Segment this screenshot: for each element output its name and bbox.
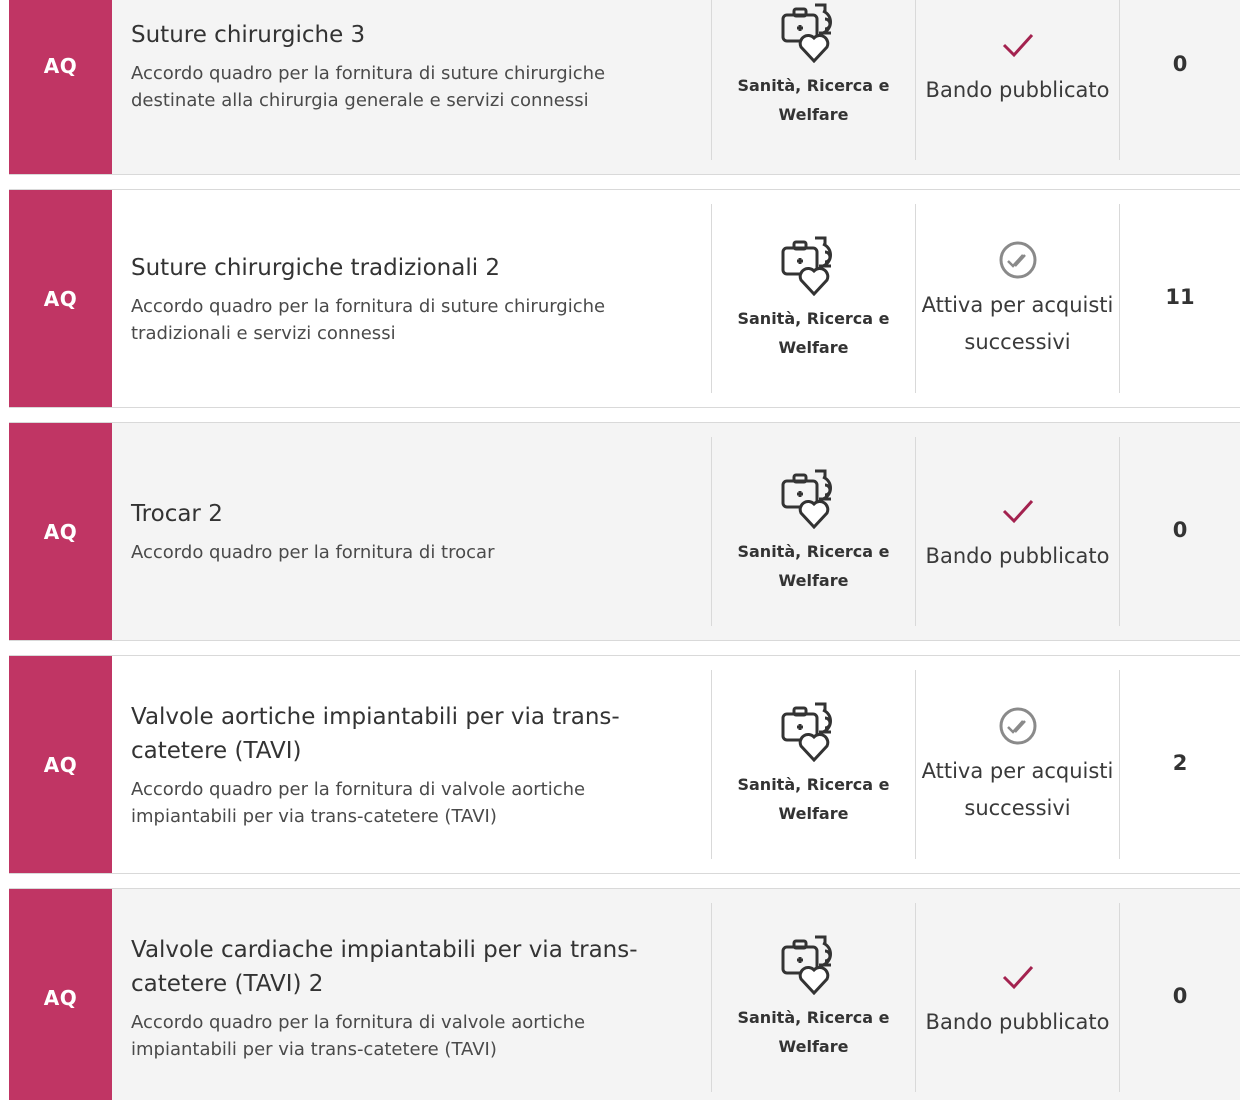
health-research-welfare-icon <box>781 702 832 762</box>
area-label: Sanità, Ricerca e Welfare <box>737 75 890 124</box>
status-cell: Attiva per acquisti successivi <box>916 670 1120 859</box>
check-icon <box>1002 33 1033 58</box>
area-label: Sanità, Ricerca e Welfare <box>737 774 890 823</box>
type-badge: AQ <box>9 190 112 407</box>
area-cell: Sanità, Ricerca e Welfare <box>712 204 916 393</box>
type-badge: AQ <box>9 423 112 640</box>
initiative-row[interactable]: AQ Suture chirurgiche tradizionali 2 Acc… <box>9 189 1240 408</box>
status-label: Bando pubblicato <box>925 1010 1110 1034</box>
status-label: Bando pubblicato <box>925 78 1110 102</box>
initiative-info: Suture chirurgiche tradizionali 2 Accord… <box>112 204 712 393</box>
count-value: 2 <box>1172 750 1188 775</box>
initiative-title[interactable]: Trocar 2 <box>131 497 691 531</box>
initiative-title[interactable]: Valvole cardiache impiantabili per via t… <box>131 933 691 1001</box>
area-label: Sanità, Ricerca e Welfare <box>737 541 890 590</box>
area-cell: Sanità, Ricerca e Welfare <box>712 670 916 859</box>
status-label: Bando pubblicato <box>925 544 1110 568</box>
area-cell: Sanità, Ricerca e Welfare <box>712 903 916 1092</box>
health-research-welfare-icon <box>781 236 832 296</box>
initiative-description: Accordo quadro per la fornitura di valvo… <box>131 1011 586 1060</box>
initiative-info: Valvole aortiche impiantabili per via tr… <box>112 670 712 859</box>
status-cell: Bando pubblicato <box>916 0 1120 160</box>
health-research-welfare-icon <box>781 469 832 529</box>
initiative-description: Accordo quadro per la fornitura di sutur… <box>131 295 606 344</box>
initiative-description: Accordo quadro per la fornitura di troca… <box>131 542 495 563</box>
count-value: 0 <box>1172 51 1188 76</box>
initiative-title[interactable]: Suture chirurgiche 3 <box>131 18 691 52</box>
type-badge: AQ <box>9 889 112 1100</box>
initiative-row[interactable]: AQ Valvole aortiche impiantabili per via… <box>9 655 1240 874</box>
status-cell: Bando pubblicato <box>916 903 1120 1092</box>
initiative-description: Accordo quadro per la fornitura di sutur… <box>131 62 606 111</box>
initiatives-list: AQ Suture chirurgiche 3 Accordo quadro p… <box>0 0 1240 1100</box>
area-label: Sanità, Ricerca e Welfare <box>737 308 890 357</box>
initiative-row[interactable]: AQ Suture chirurgiche 3 Accordo quadro p… <box>9 0 1240 175</box>
initiative-info: Suture chirurgiche 3 Accordo quadro per … <box>112 0 712 160</box>
status-cell: Bando pubblicato <box>916 437 1120 626</box>
check-icon <box>1002 965 1033 990</box>
check-icon <box>1002 499 1033 524</box>
area-cell: Sanità, Ricerca e Welfare <box>712 0 916 160</box>
area-label: Sanità, Ricerca e Welfare <box>737 1007 890 1056</box>
count-value: 0 <box>1172 517 1188 542</box>
type-badge: AQ <box>9 0 112 174</box>
initiative-info: Trocar 2 Accordo quadro per la fornitura… <box>112 437 712 626</box>
status-cell: Attiva per acquisti successivi <box>916 204 1120 393</box>
health-research-welfare-icon <box>781 3 832 63</box>
type-badge: AQ <box>9 656 112 873</box>
initiative-title[interactable]: Valvole aortiche impiantabili per via tr… <box>131 700 691 768</box>
initiative-row[interactable]: AQ Trocar 2 Accordo quadro per la fornit… <box>9 422 1240 641</box>
double-check-circle-icon <box>999 241 1036 278</box>
double-check-circle-icon <box>999 707 1036 744</box>
initiative-description: Accordo quadro per la fornitura di valvo… <box>131 778 586 827</box>
initiative-info: Valvole cardiache impiantabili per via t… <box>112 903 712 1092</box>
health-research-welfare-icon <box>781 935 832 995</box>
initiative-row[interactable]: AQ Valvole cardiache impiantabili per vi… <box>9 888 1240 1100</box>
initiative-title[interactable]: Suture chirurgiche tradizionali 2 <box>131 251 691 285</box>
status-label: Attiva per acquisti successivi <box>921 758 1114 820</box>
count-value: 11 <box>1165 284 1195 309</box>
area-cell: Sanità, Ricerca e Welfare <box>712 437 916 626</box>
count-value: 0 <box>1172 983 1188 1008</box>
status-label: Attiva per acquisti successivi <box>921 292 1114 354</box>
